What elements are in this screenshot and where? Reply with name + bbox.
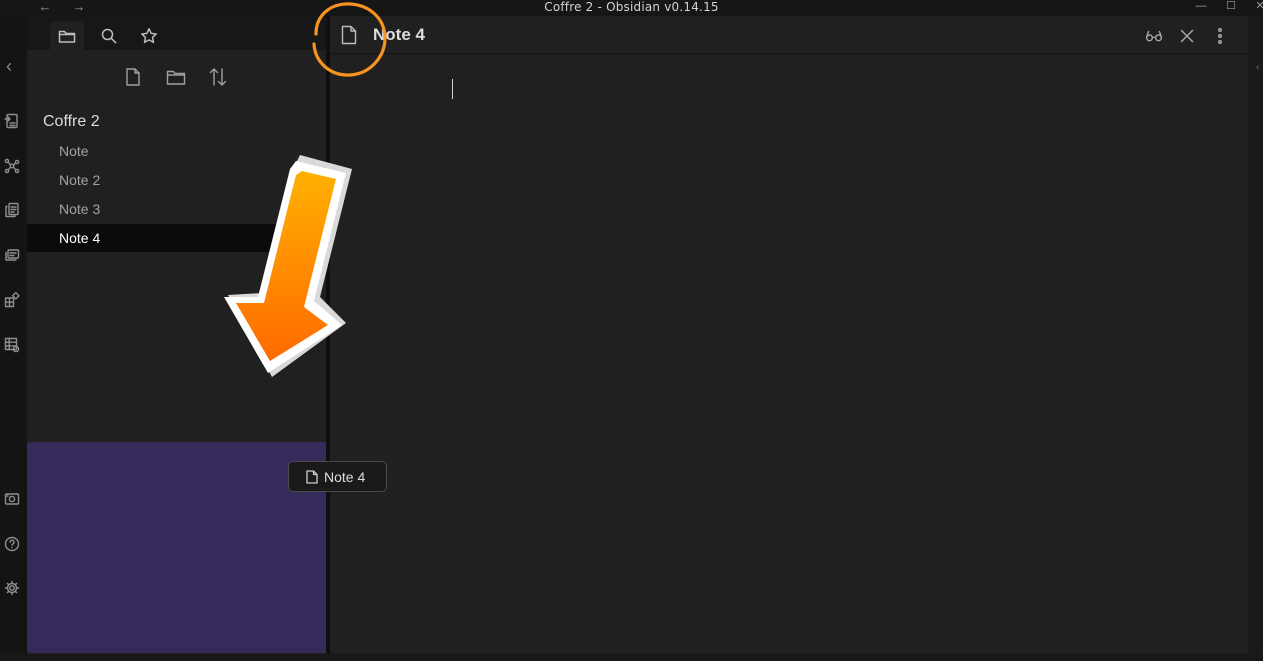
minimize-icon[interactable]: — [1193,0,1209,16]
help-icon[interactable] [2,534,22,554]
open-quick-switcher-icon[interactable] [2,111,22,131]
sidebar-tab-bar [27,16,326,50]
maximize-icon[interactable]: ☐ [1223,0,1239,16]
glasses-icon [1145,30,1163,42]
vault-switcher-icon[interactable] [2,489,22,509]
canvas-plugin-icon[interactable] [2,290,22,310]
drop-zone-highlight [27,442,330,653]
folder-icon [58,30,76,43]
sort-icon [209,68,227,86]
tab-file-explorer[interactable] [50,21,84,50]
tab-starred[interactable] [132,21,166,50]
close-window-icon[interactable]: ✕ [1252,0,1263,16]
drag-ghost: Note 4 [288,461,387,492]
close-icon [1180,29,1194,43]
more-options-button[interactable] [1209,25,1231,47]
star-icon [141,27,157,43]
status-bar [0,654,1263,661]
tab-search[interactable] [92,21,126,50]
drag-ghost-label: Note 4 [324,468,366,485]
expand-right-sidebar-icon[interactable]: ‹ [1256,62,1259,73]
text-cursor [452,79,453,99]
title-bar: ← → Coffre 2 - Obsidian v0.14.15 — ☐ ✕ [0,0,1263,16]
daily-notes-icon[interactable] [2,245,22,265]
editor-header: Note 4 [330,16,1248,54]
window-title: Coffre 2 - Obsidian v0.14.15 [544,0,719,14]
more-vertical-icon [1218,28,1222,44]
right-ribbon: ‹ [1248,16,1263,661]
highlight-ring-annotation [312,2,387,77]
vault-name[interactable]: Coffre 2 [43,113,100,131]
new-folder-button[interactable] [164,65,188,89]
sort-button[interactable] [206,65,230,89]
new-note-button[interactable] [121,65,145,89]
settings-icon[interactable] [2,578,22,598]
left-ribbon: ‹ [0,16,27,661]
templates-icon[interactable] [2,200,22,220]
file-icon [306,469,318,484]
close-note-button[interactable] [1176,25,1198,47]
new-note-icon [126,68,140,86]
table-plugin-icon[interactable] [2,335,22,355]
search-icon [101,28,117,43]
obsidian-window: ← → Coffre 2 - Obsidian v0.14.15 — ☐ ✕ ‹ [0,0,1263,661]
graph-view-icon[interactable] [2,156,22,176]
new-folder-icon [166,70,186,85]
orange-arrow-annotation [224,155,352,377]
editor-pane: Note 4 [330,16,1248,661]
reading-view-button[interactable] [1143,25,1165,47]
collapse-sidebar-icon[interactable]: ‹ [6,56,12,77]
